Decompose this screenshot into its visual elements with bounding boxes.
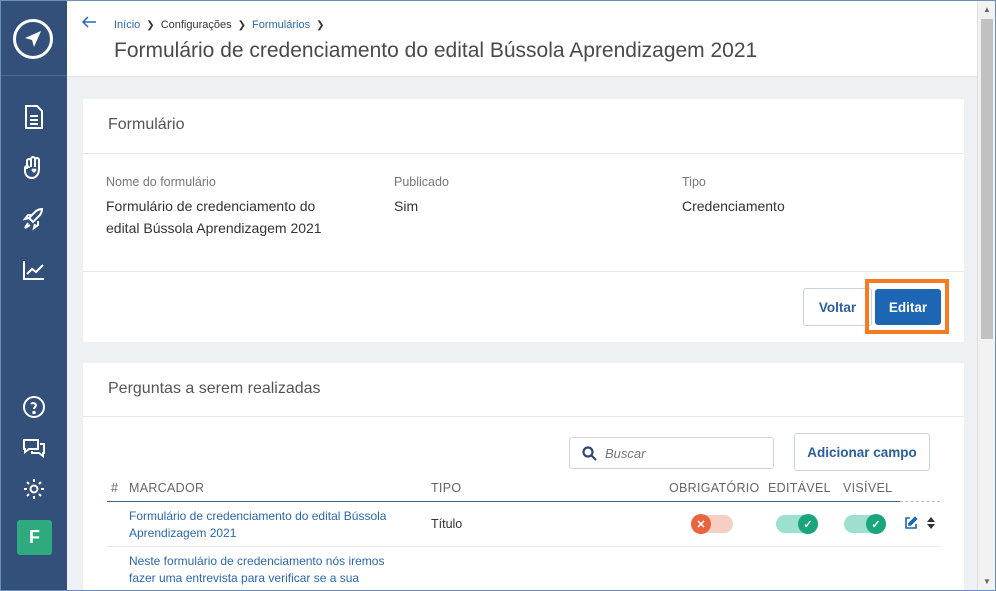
close-icon: ✕ — [691, 514, 711, 534]
compass-logo[interactable] — [13, 19, 53, 59]
column-header-marker[interactable]: MARCADOR — [129, 481, 204, 495]
column-header-required[interactable]: OBRIGATÓRIO — [669, 481, 760, 495]
back-arrow-icon[interactable] — [81, 15, 99, 33]
help-icon[interactable] — [20, 393, 48, 421]
published-label: Publicado — [394, 175, 449, 189]
form-details-card: Formulário Nome do formulário Formulário… — [83, 99, 964, 342]
chat-icon[interactable] — [20, 433, 48, 461]
row-divider — [107, 546, 940, 547]
edit-icon[interactable] — [904, 516, 918, 530]
chart-icon[interactable] — [20, 256, 48, 284]
sidebar-divider — [1, 75, 67, 76]
back-button[interactable]: Voltar — [803, 288, 872, 326]
search-input[interactable] — [605, 445, 755, 461]
table-header-line — [900, 501, 940, 502]
scrollbar[interactable]: ▲ ▼ — [977, 1, 995, 590]
marker-line: Formulário de credenciamento do edital B… — [129, 509, 387, 523]
published-value: Sim — [394, 198, 419, 214]
card-title: Formulário — [108, 116, 185, 133]
sidebar: F — [1, 1, 67, 590]
avatar[interactable]: F — [17, 520, 52, 555]
questions-card: Perguntas a serem realizadas Adicionar c… — [83, 363, 964, 590]
divider — [83, 153, 964, 154]
breadcrumb-settings[interactable]: Configurações — [161, 19, 232, 31]
search-icon — [582, 445, 597, 461]
edit-button[interactable]: Editar — [875, 289, 941, 325]
column-header-number: # — [111, 481, 119, 495]
breadcrumb-home[interactable]: Início — [114, 19, 140, 31]
divider — [83, 271, 964, 272]
form-name-value: Formulário de credenciamento do edital B… — [106, 195, 322, 239]
check-icon: ✓ — [798, 514, 818, 534]
chevron-right-icon: ❯ — [316, 19, 325, 31]
scroll-down-arrow-icon[interactable]: ▼ — [983, 577, 991, 586]
card-title: Perguntas a serem realizadas — [108, 380, 321, 397]
page-title: Formulário de credenciamento do edital B… — [114, 39, 758, 62]
settings-icon[interactable] — [20, 475, 48, 503]
table-header-line — [107, 501, 900, 502]
breadcrumb: Início ❯ Configurações ❯ Formulários ❯ — [114, 19, 324, 31]
marker-line: Aprendizagem 2021 — [129, 526, 237, 540]
type-label: Tipo — [682, 175, 706, 189]
form-name-label: Nome do formulário — [106, 175, 216, 189]
breadcrumb-forms[interactable]: Formulários — [252, 19, 310, 31]
chevron-right-icon: ❯ — [237, 19, 247, 31]
marker-line: Neste formulário de credenciamento nós i… — [129, 554, 385, 568]
column-header-visible[interactable]: VISÍVEL — [843, 481, 892, 495]
chevron-right-icon: ❯ — [146, 19, 155, 31]
hand-heart-icon[interactable] — [20, 154, 48, 182]
table-row-marker[interactable]: Formulário de credenciamento do edital B… — [129, 508, 386, 542]
table-row-marker[interactable]: Neste formulário de credenciamento nós i… — [129, 553, 384, 587]
scroll-up-arrow-icon[interactable]: ▲ — [983, 5, 991, 14]
required-toggle[interactable]: ✕ — [691, 514, 733, 534]
visible-toggle[interactable]: ✓ — [844, 514, 886, 534]
column-header-type[interactable]: TIPO — [431, 481, 461, 495]
page-header: Início ❯ Configurações ❯ Formulários ❯ F… — [67, 1, 977, 77]
marker-line: fazer uma entrevista para verificar se a… — [129, 571, 360, 585]
type-value: Credenciamento — [682, 198, 785, 214]
app-window: F Início ❯ Configurações ❯ Formulários ❯… — [0, 0, 996, 591]
editable-toggle[interactable]: ✓ — [776, 514, 818, 534]
document-icon[interactable] — [20, 103, 48, 131]
check-icon: ✓ — [866, 514, 886, 534]
divider — [83, 416, 964, 417]
form-name-value-line: edital Bússola Aprendizagem 2021 — [106, 220, 322, 236]
scrollbar-thumb[interactable] — [981, 19, 993, 339]
rocket-icon[interactable] — [20, 205, 48, 233]
add-field-button[interactable]: Adicionar campo — [794, 433, 930, 471]
form-name-value-line: Formulário de credenciamento do — [106, 198, 316, 214]
sort-icon[interactable] — [926, 516, 936, 530]
column-header-editable[interactable]: EDITÁVEL — [768, 481, 831, 495]
search-box[interactable] — [569, 437, 774, 469]
table-row-type: Título — [431, 517, 463, 531]
